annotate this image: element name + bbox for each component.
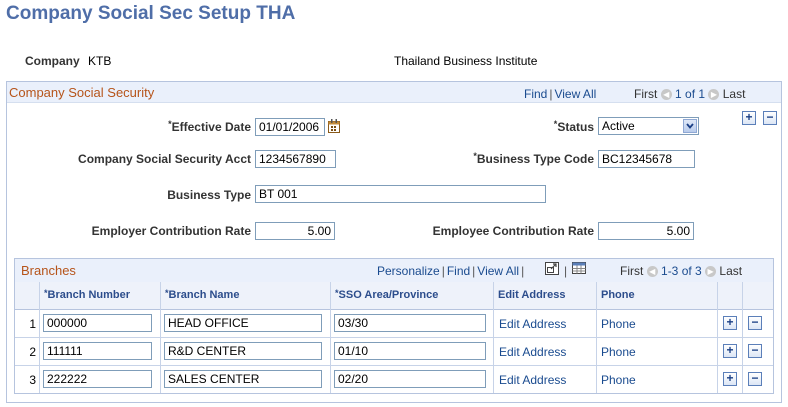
nav-separator: | [521, 264, 525, 278]
edit-address-link[interactable]: Edit Address [499, 317, 566, 331]
social-security-title: Company Social Security [9, 85, 155, 100]
delete-branch-button[interactable]: − [748, 372, 762, 386]
branches-view-all-link[interactable]: View All [477, 264, 519, 278]
employer-rate-label: Employer Contribution Rate [91, 224, 251, 238]
employee-rate-label: Employee Contribution Rate [432, 224, 594, 238]
branches-find-link[interactable]: Find [447, 264, 470, 278]
business-type-input[interactable] [255, 185, 546, 203]
business-type-code-input[interactable] [598, 150, 695, 168]
business-type-code-label: *Business Type Code [473, 151, 594, 166]
branches-nav: Personalize | Find | View All | [377, 264, 526, 278]
download-grid-icon[interactable] [572, 262, 586, 274]
page-title: Company Social Sec Setup THA [6, 3, 296, 24]
row-number: 1 [29, 317, 36, 331]
branch-number-input[interactable] [43, 342, 152, 360]
nav-separator-2: | [564, 264, 568, 278]
social-security-pager: First ◀ 1 of 1 ▶ Last [634, 87, 745, 101]
company-label: Company [25, 54, 80, 68]
sso-area-input[interactable] [334, 342, 486, 360]
employer-rate-input[interactable] [255, 222, 335, 240]
branch-name-input[interactable] [164, 370, 322, 388]
effective-date-input[interactable] [255, 118, 325, 136]
employee-rate-input[interactable] [598, 222, 694, 240]
add-branch-button[interactable]: + [723, 372, 737, 386]
add-row-button[interactable]: + [742, 111, 756, 125]
status-label: *Status [553, 119, 594, 134]
row-range: 1 of 1 [675, 87, 706, 101]
effective-date-label: *Effective Date [168, 119, 251, 134]
phone-link[interactable]: Phone [601, 317, 636, 331]
next-arrow-icon[interactable]: ▶ [708, 89, 720, 101]
first-label: First [634, 87, 658, 101]
next-arrow-icon[interactable]: ▶ [705, 266, 717, 278]
nav-separator: | [472, 264, 476, 278]
acct-input[interactable] [255, 150, 336, 168]
delete-row-button[interactable]: − [763, 111, 777, 125]
status-value: Active [602, 119, 635, 133]
nav-separator: | [549, 87, 553, 101]
social-security-nav: Find | View All [524, 87, 596, 101]
delete-branch-button[interactable]: − [748, 316, 762, 330]
prev-arrow-icon[interactable]: ◀ [646, 266, 658, 278]
personalize-link[interactable]: Personalize [377, 264, 440, 278]
branch-name-input[interactable] [164, 342, 322, 360]
last-label: Last [722, 87, 746, 101]
company-code: KTB [88, 54, 112, 68]
nav-separator: | [441, 264, 445, 278]
branches-pager: First ◀ 1-3 of 3 ▶ Last [620, 264, 742, 278]
find-link[interactable]: Find [524, 87, 547, 101]
edit-address-link[interactable]: Edit Address [499, 345, 566, 359]
branch-number-input[interactable] [43, 370, 152, 388]
zoom-icon[interactable] [545, 262, 559, 275]
col-sso-area[interactable]: *SSO Area/Province [335, 288, 438, 301]
col-branch-name[interactable]: *Branch Name [165, 288, 239, 301]
company-name: Thailand Business Institute [394, 54, 538, 68]
branches-row-range: 1-3 of 3 [661, 264, 702, 278]
status-select[interactable]: Active [598, 117, 699, 135]
branches-first-label: First [620, 264, 644, 278]
branches-title: Branches [21, 263, 76, 278]
phone-link[interactable]: Phone [601, 373, 636, 387]
col-phone: Phone [601, 289, 635, 301]
add-branch-button[interactable]: + [723, 316, 737, 330]
grid-row-line [15, 365, 773, 366]
col-branch-number[interactable]: *Branch Number [44, 288, 130, 301]
branches-last-label: Last [719, 264, 743, 278]
sso-area-input[interactable] [334, 314, 486, 332]
view-all-link[interactable]: View All [554, 87, 596, 101]
sso-area-input[interactable] [334, 370, 486, 388]
prev-arrow-icon[interactable]: ◀ [660, 89, 672, 101]
phone-link[interactable]: Phone [601, 345, 636, 359]
branch-number-input[interactable] [43, 314, 152, 332]
dropdown-arrow-icon[interactable] [683, 119, 697, 133]
calendar-icon[interactable] [328, 119, 340, 133]
delete-branch-button[interactable]: − [748, 344, 762, 358]
add-branch-button[interactable]: + [723, 344, 737, 358]
business-type-label: Business Type [167, 188, 251, 202]
row-number: 3 [29, 373, 36, 387]
acct-label: Company Social Security Acct [78, 152, 251, 166]
row-number: 2 [29, 345, 36, 359]
col-edit-address: Edit Address [498, 289, 566, 301]
branch-name-input[interactable] [164, 314, 322, 332]
edit-address-link[interactable]: Edit Address [499, 373, 566, 387]
grid-row-line [15, 337, 773, 338]
